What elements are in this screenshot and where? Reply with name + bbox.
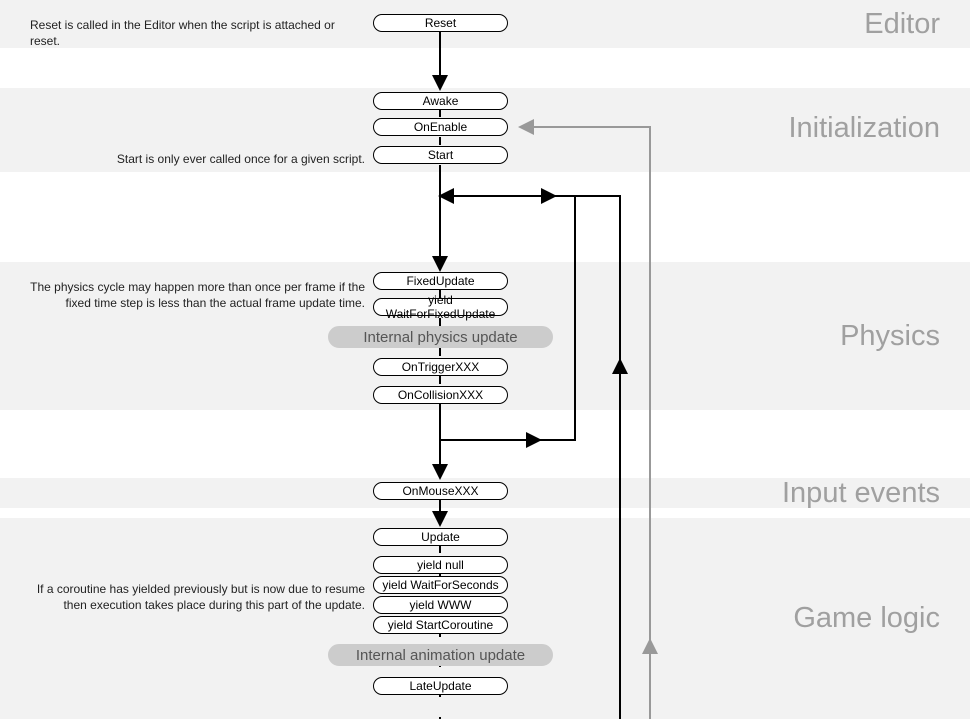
node-oncollision: OnCollisionXXX: [373, 386, 508, 404]
note-reset: Reset is called in the Editor when the s…: [30, 18, 365, 49]
node-update: Update: [373, 528, 508, 546]
note-physics: The physics cycle may happen more than o…: [30, 280, 365, 311]
node-lateupdate: LateUpdate: [373, 677, 508, 695]
section-title-game: Game logic: [793, 602, 940, 635]
node-ontrigger: OnTriggerXXX: [373, 358, 508, 376]
section-title-editor: Editor: [864, 8, 940, 41]
section-title-init: Initialization: [788, 112, 940, 145]
node-yieldwww: yield WWW: [373, 596, 508, 614]
node-yieldsecs: yield WaitForSeconds: [373, 576, 508, 594]
section-title-input: Input events: [782, 477, 940, 510]
node-yieldstart: yield StartCoroutine: [373, 616, 508, 634]
note-start: Start is only ever called once for a giv…: [30, 152, 365, 168]
node-yieldfixed: yield WaitForFixedUpdate: [373, 298, 508, 316]
node-internalphys: Internal physics update: [328, 326, 553, 348]
node-internalanim: Internal animation update: [328, 644, 553, 666]
note-coroutine: If a coroutine has yielded previously bu…: [30, 582, 365, 613]
section-title-physics: Physics: [840, 320, 940, 353]
node-awake: Awake: [373, 92, 508, 110]
node-fixedupdate: FixedUpdate: [373, 272, 508, 290]
node-yieldnull: yield null: [373, 556, 508, 574]
node-start: Start: [373, 146, 508, 164]
node-reset: Reset: [373, 14, 508, 32]
node-onmouse: OnMouseXXX: [373, 482, 508, 500]
node-onenable: OnEnable: [373, 118, 508, 136]
